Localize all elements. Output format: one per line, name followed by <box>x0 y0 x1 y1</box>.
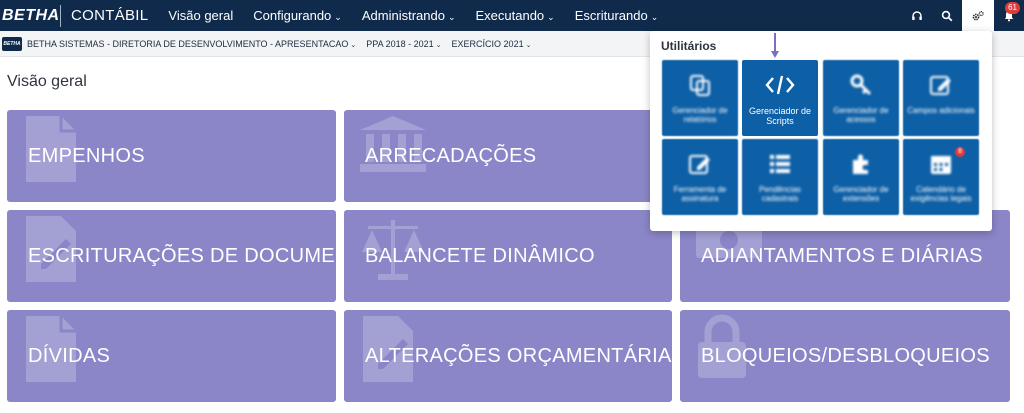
edit-icon <box>688 151 712 177</box>
tile-label: Pendências cadastrais <box>759 185 801 203</box>
card-label: EMPENHOS <box>28 144 145 167</box>
nav-label: Executando <box>475 8 545 23</box>
entity-logo: BETHA <box>2 36 22 51</box>
notification-badge: 61 <box>1005 2 1020 14</box>
card-empenhos[interactable]: EMPENHOS <box>7 110 336 202</box>
reports-icon <box>688 72 712 98</box>
tile-badge: 8 <box>955 147 965 157</box>
key-icon <box>849 72 873 98</box>
gears-icon[interactable] <box>962 0 994 31</box>
page-title: Visão geral <box>7 73 87 90</box>
exercise-label: EXERCÍCIO 2021 <box>451 38 524 49</box>
tile-label: Gerenciador de acessos <box>833 106 889 124</box>
card-dividas[interactable]: DÍVIDAS <box>7 310 336 402</box>
nav-escriturando[interactable]: Escriturando ⌄ <box>575 8 659 23</box>
nav-visao-geral[interactable]: Visão geral <box>168 8 233 23</box>
chevron-down-icon: ⌄ <box>650 12 659 22</box>
card-balancete[interactable]: BALANCETE DINÂMICO <box>344 210 672 302</box>
chevron-down-icon: ⌄ <box>447 12 456 22</box>
chevron-down-icon: ⌄ <box>547 12 555 22</box>
utilities-dropdown: Utilitários Gerenciador de relatórios Ge… <box>650 31 992 231</box>
card-alteracoes[interactable]: ALTERAÇÕES ORÇAMENTÁRIA... <box>344 310 672 402</box>
ppa-selector[interactable]: PPA 2018 - 2021 ⌄ <box>366 39 441 49</box>
nav-label: Escriturando <box>574 8 648 23</box>
exercise-selector[interactable]: EXERCÍCIO 2021 ⌄ <box>452 39 532 49</box>
card-label: ADIANTAMENTOS E DIÁRIAS <box>701 244 983 267</box>
bell-icon[interactable]: 61 <box>994 0 1024 31</box>
tile-pendencias-cadastrais[interactable]: Pendências cadastrais <box>742 139 818 215</box>
puzzle-icon <box>849 151 873 177</box>
top-icon-group: 61 <box>902 0 1024 31</box>
utilities-title: Utilitários <box>661 39 717 53</box>
chevron-down-icon: ⌄ <box>525 41 532 49</box>
list-icon <box>768 151 792 177</box>
brand-logo[interactable]: BETHA <box>0 7 59 25</box>
calendar-icon <box>929 151 953 177</box>
card-escrituracoes[interactable]: ESCRITURAÇÕES DE DOCUME... <box>7 210 336 302</box>
tile-campos-adicionais[interactable]: Campos adicionais <box>903 60 979 136</box>
tile-gerenciador-extensoes[interactable]: Gerenciador de extensões <box>823 139 899 215</box>
tile-gerenciador-acessos[interactable]: Gerenciador de acessos <box>823 60 899 136</box>
card-label: ESCRITURAÇÕES DE DOCUME... <box>28 244 336 267</box>
edit-icon <box>929 72 953 98</box>
tile-calendario-exigencias[interactable]: 8 Calendário de exigências legais <box>903 139 979 215</box>
nav-label: Configurando <box>253 8 332 23</box>
tile-label: Gerenciador de relatórios <box>672 106 728 124</box>
entity-label: BETHA SISTEMAS - DIRETORIA DE DESENVOLVI… <box>27 38 349 49</box>
tile-label: Gerenciador de Scripts <box>748 106 812 126</box>
brand-divider <box>60 4 61 27</box>
card-label: ARRECADAÇÕES <box>365 144 537 167</box>
tile-label: Campos adicionais <box>907 106 975 115</box>
tile-gerenciador-scripts[interactable]: Gerenciador de Scripts <box>742 60 818 136</box>
chevron-down-icon: ⌄ <box>435 41 442 49</box>
tile-gerenciador-relatorios[interactable]: Gerenciador de relatórios <box>662 60 738 136</box>
tile-label: Gerenciador de extensões <box>833 185 889 203</box>
top-navbar: BETHA CONTÁBIL Visão geral Configurando ⌄… <box>0 0 1024 31</box>
card-bloqueios[interactable]: BLOQUEIOS/DESBLOQUEIOS <box>680 310 1010 402</box>
nav-administrando[interactable]: Administrando ⌄ <box>362 8 456 23</box>
card-label: BALANCETE DINÂMICO <box>365 244 595 267</box>
card-arrecadacoes[interactable]: ARRECADAÇÕES <box>344 110 672 202</box>
search-icon[interactable] <box>932 0 962 31</box>
app-name[interactable]: CONTÁBIL <box>71 7 148 24</box>
tile-label: Calendário de exigências legais <box>910 185 972 203</box>
card-label: ALTERAÇÕES ORÇAMENTÁRIA... <box>365 344 672 367</box>
tile-label: Ferramenta de assinatura <box>673 185 727 203</box>
nav-label: Administrando <box>361 8 445 23</box>
ppa-label: PPA 2018 - 2021 <box>366 38 434 49</box>
nav-label: Visão geral <box>168 8 234 23</box>
nav-executando[interactable]: Executando ⌄ <box>476 8 555 23</box>
arrow-down-icon <box>771 33 779 58</box>
entity-selector[interactable]: BETHA SISTEMAS - DIRETORIA DE DESENVOLVI… <box>27 39 356 49</box>
card-label: BLOQUEIOS/DESBLOQUEIOS <box>701 344 990 367</box>
chevron-down-icon: ⌄ <box>334 12 342 22</box>
headset-icon[interactable] <box>902 0 932 31</box>
tile-ferramenta-assinatura[interactable]: Ferramenta de assinatura <box>662 139 738 215</box>
nav-configurando[interactable]: Configurando ⌄ <box>253 8 342 23</box>
card-label: DÍVIDAS <box>28 344 111 367</box>
chevron-down-icon: ⌄ <box>350 41 357 49</box>
code-icon <box>765 72 795 98</box>
